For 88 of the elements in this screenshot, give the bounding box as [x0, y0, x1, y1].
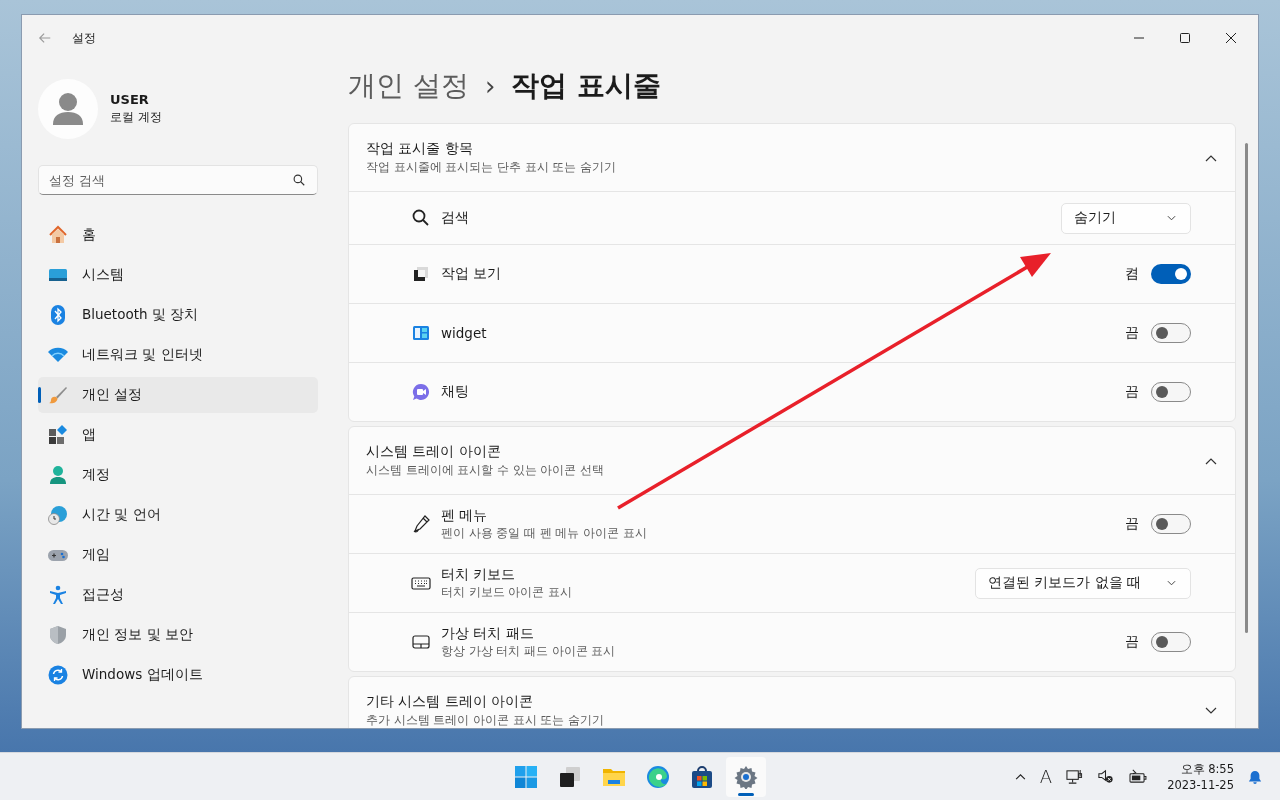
access-icon: [48, 585, 68, 605]
breadcrumb-parent[interactable]: 개인 설정: [348, 67, 469, 105]
chevron-icon[interactable]: [1205, 153, 1217, 162]
setting-description: 항상 가상 터치 패드 아이콘 표시: [441, 644, 617, 659]
search-field[interactable]: 설정 검색: [38, 165, 318, 195]
nav-item[interactable]: 홈: [38, 217, 318, 253]
nav-item[interactable]: 게임: [38, 537, 318, 573]
brush-icon: [48, 385, 68, 405]
section-subtitle: 추가 시스템 트레이 아이콘 표시 또는 숨기기: [366, 713, 605, 728]
caret-icon: [1167, 580, 1176, 586]
wifi-icon: [48, 345, 68, 365]
time-icon: [48, 505, 68, 525]
nav-item[interactable]: 접근성: [38, 577, 318, 613]
nav-item[interactable]: 앱: [38, 417, 318, 453]
section-header[interactable]: 기타 시스템 트레이 아이콘 추가 시스템 트레이 아이콘 표시 또는 숨기기: [349, 677, 1235, 728]
account-icon: [48, 465, 68, 485]
account-type: 로컬 계정: [110, 109, 162, 126]
setting-label: 검색: [441, 209, 470, 227]
section-header[interactable]: 작업 표시줄 항목 작업 표시줄에 표시되는 단추 표시 또는 숨기기: [349, 124, 1235, 191]
section-subtitle: 시스템 트레이에 표시할 수 있는 아이콘 선택: [366, 463, 605, 478]
input-indicator[interactable]: A: [1039, 766, 1053, 787]
update-icon: [48, 665, 68, 685]
chat-icon: [411, 382, 431, 402]
toggle-state-label: 켬: [1125, 265, 1139, 283]
setting-label: 채팅: [441, 383, 470, 401]
search-icon: [411, 208, 431, 228]
network-icon[interactable]: [1066, 768, 1084, 785]
nav-item[interactable]: 시스템: [38, 257, 318, 293]
setting-label: 작업 보기: [441, 265, 503, 283]
nav-item[interactable]: 계정: [38, 457, 318, 493]
volume-muted-icon[interactable]: [1097, 768, 1115, 785]
store-bag-icon[interactable]: [690, 765, 714, 789]
toggle-state-label: 끔: [1125, 633, 1139, 651]
dropdown[interactable]: 연결된 키보드가 없을 때: [975, 567, 1191, 599]
setting-description: 펜이 사용 중일 때 펜 메뉴 아이콘 표시: [441, 526, 648, 541]
setting-label: 펜 메뉴: [441, 507, 489, 525]
home-icon: [48, 225, 68, 245]
clock-time[interactable]: 오후 8:55: [1180, 760, 1234, 777]
breadcrumb-separator: ›: [484, 71, 496, 101]
gear-icon[interactable]: [734, 765, 758, 789]
toggle-switch[interactable]: [1151, 632, 1191, 652]
search-icon[interactable]: [293, 174, 305, 186]
clock-date[interactable]: 2023-11-25: [1167, 776, 1234, 793]
chevron-icon[interactable]: [1205, 456, 1217, 465]
battery-icon[interactable]: [1128, 769, 1148, 784]
toggle-switch[interactable]: [1151, 382, 1191, 402]
bell-icon[interactable]: [1248, 769, 1262, 784]
section-header[interactable]: 시스템 트레이 아이콘 시스템 트레이에 표시할 수 있는 아이콘 선택: [349, 427, 1235, 494]
nav-item[interactable]: 개인 설정: [38, 377, 318, 413]
toggle-switch[interactable]: [1151, 323, 1191, 343]
maximize-icon[interactable]: [1180, 33, 1190, 43]
user-name: USER: [110, 92, 150, 107]
setting-label: widget: [441, 325, 488, 341]
setting-description: 터치 키보드 아이콘 표시: [441, 585, 573, 600]
section-title: 기타 시스템 트레이 아이콘: [366, 693, 534, 711]
section-subtitle: 작업 표시줄에 표시되는 단추 표시 또는 숨기기: [366, 160, 617, 175]
nav-item[interactable]: Windows 업데이트: [38, 657, 318, 693]
dropdown[interactable]: 숨기기: [1061, 202, 1191, 234]
toggle-state-label: 끔: [1125, 324, 1139, 342]
chevron-up-icon[interactable]: [1014, 773, 1026, 780]
setting-label: 가상 터치 패드: [441, 625, 535, 643]
taskview-icon: [411, 264, 431, 284]
section-title: 시스템 트레이 아이콘: [366, 443, 502, 461]
bluetooth-icon: [48, 305, 68, 325]
page-title: 작업 표시줄: [511, 68, 662, 104]
widget-icon: [411, 323, 431, 343]
apps-icon: [48, 425, 68, 445]
toggle-switch[interactable]: [1151, 264, 1191, 284]
windows-grid-icon[interactable]: [514, 765, 538, 789]
toggle-state-label: 끔: [1125, 383, 1139, 401]
toggle-switch[interactable]: [1151, 514, 1191, 534]
browser-icon[interactable]: [646, 765, 670, 789]
close-icon[interactable]: [1226, 33, 1236, 43]
setting-label: 터치 키보드: [441, 566, 517, 584]
caret-icon: [1167, 215, 1176, 221]
shield-icon: [48, 625, 68, 645]
chevron-icon[interactable]: [1205, 706, 1217, 715]
nav-item[interactable]: 개인 정보 및 보안: [38, 617, 318, 653]
touchpad-icon: [411, 632, 431, 652]
toggle-state-label: 끔: [1125, 515, 1139, 533]
nav-item[interactable]: 시간 및 언어: [38, 497, 318, 533]
nav-item[interactable]: 네트워크 및 인터넷: [38, 337, 318, 373]
pen-icon: [411, 514, 431, 534]
section-title: 작업 표시줄 항목: [366, 140, 474, 158]
window-title: 설정: [72, 29, 96, 47]
taskbar-app[interactable]: [726, 757, 766, 797]
task-view-icon[interactable]: [558, 765, 582, 789]
nav-item[interactable]: Bluetooth 및 장치: [38, 297, 318, 333]
